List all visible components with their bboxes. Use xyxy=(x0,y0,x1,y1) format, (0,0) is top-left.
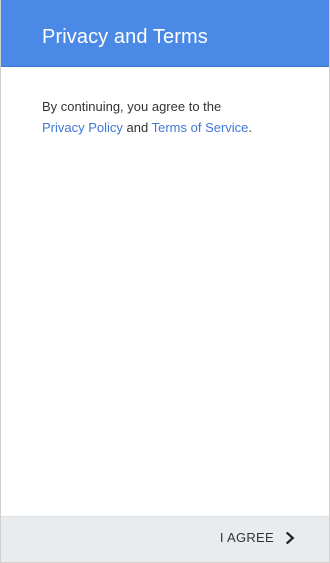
agreement-line-1: By continuing, you agree to the xyxy=(42,99,222,114)
terms-of-service-link[interactable]: Terms of Service xyxy=(152,120,249,135)
agreement-text: By continuing, you agree to the Privacy … xyxy=(42,96,309,138)
screen: Privacy and Terms By continuing, you agr… xyxy=(0,0,330,563)
i-agree-button[interactable]: I AGREE xyxy=(220,530,295,545)
app-bar: Privacy and Terms xyxy=(1,0,329,67)
page-title: Privacy and Terms xyxy=(42,26,208,48)
period-text: . xyxy=(248,120,253,135)
agreement-line-2: Privacy Policy and Terms of Service. xyxy=(42,117,309,138)
privacy-policy-link[interactable]: Privacy Policy xyxy=(42,120,123,135)
conjunction-text: and xyxy=(122,120,152,135)
bottom-bar: I AGREE xyxy=(1,516,329,562)
i-agree-label: I AGREE xyxy=(219,530,274,545)
chevron-right-icon xyxy=(286,531,295,544)
